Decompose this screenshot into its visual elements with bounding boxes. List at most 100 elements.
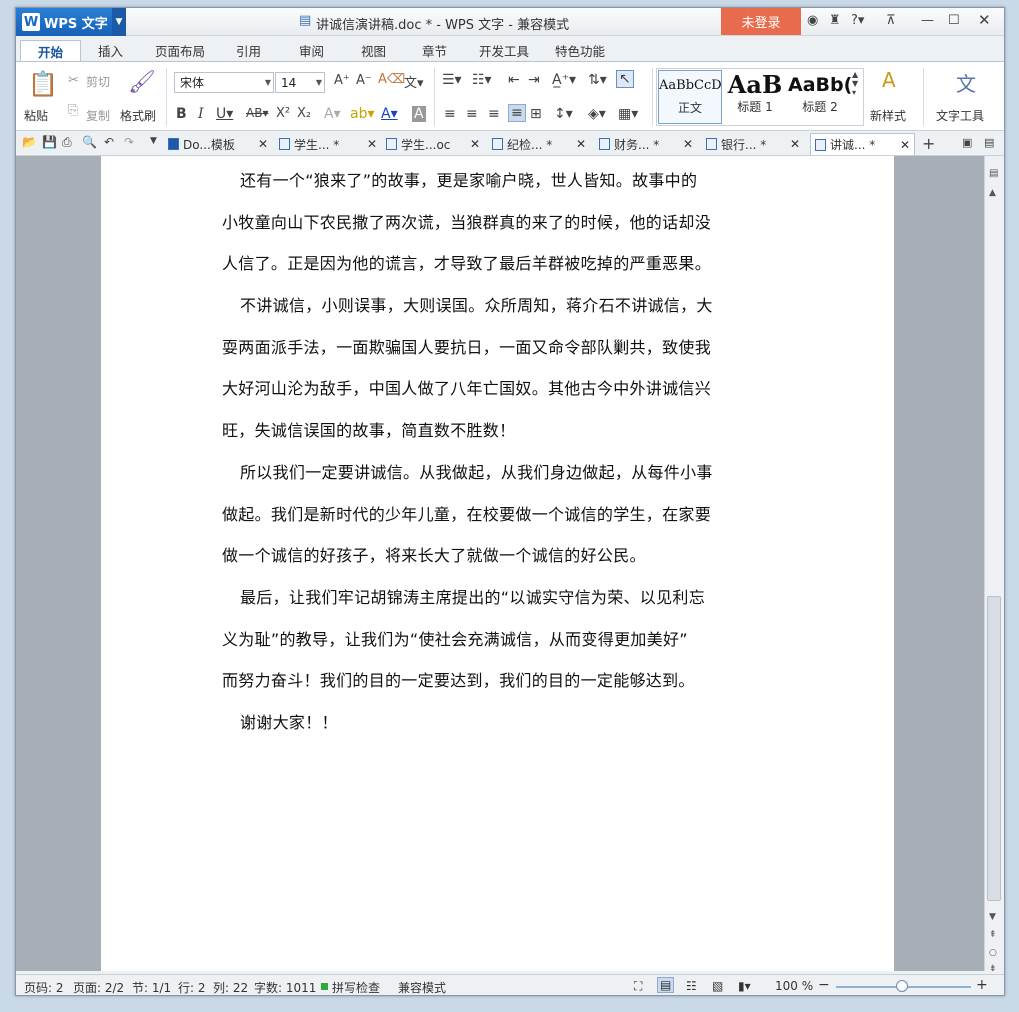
close-tab-icon[interactable]: ✕ [258, 137, 268, 151]
italic-icon[interactable]: I [198, 106, 204, 122]
paste-icon[interactable]: 📋 [28, 70, 58, 98]
paragraph[interactable]: 还有一个“狼来了”的故事，更是家喻户晓，世人皆知。故事中的 小牧童向山下农民撒了… [222, 160, 782, 285]
tab-special[interactable]: 特色功能 [551, 40, 609, 61]
text-effect-icon[interactable]: A▾ [324, 106, 341, 122]
app-menu-button[interactable]: W WPS 文字 ▼ [16, 8, 126, 36]
paragraph[interactable]: 不讲诚信，小则误事，大则误国。众所周知，蒋介石不讲诚信，大 耍两面派手法，一面欺… [222, 285, 782, 452]
scroll-down-icon[interactable]: ▼ [989, 912, 996, 922]
word-count[interactable]: 字数: 1011 [254, 979, 316, 995]
save-icon[interactable]: 💾 [42, 135, 57, 149]
chevron-down-icon[interactable]: ▼ [112, 8, 126, 36]
cut-button[interactable]: 剪切 [86, 73, 110, 90]
login-button[interactable]: 未登录 [721, 8, 801, 35]
outline-view-icon[interactable]: ☷ [686, 979, 697, 993]
font-name-select[interactable]: 宋体 ▼ [174, 72, 274, 93]
new-tab-icon[interactable]: + [922, 134, 935, 153]
phonetic-icon[interactable]: 文▾ [404, 72, 424, 91]
tab-insert[interactable]: 插入 [94, 40, 127, 61]
style-heading-1[interactable]: AaB 标题 1 [723, 70, 787, 124]
zoom-out-icon[interactable]: − [818, 977, 830, 993]
browse-object-icon[interactable]: ○ [989, 948, 997, 958]
format-painter-icon[interactable]: 🖌 [128, 70, 156, 95]
paste-button[interactable]: 粘贴 [24, 107, 48, 124]
paragraph[interactable]: 所以我们一定要讲诚信。从我做起，从我们身边做起，从每件小事 做起。我们是新时代的… [222, 452, 782, 577]
maximize-icon[interactable]: ☐ [948, 13, 960, 28]
doc-tab[interactable]: 银行... * ✕ [706, 133, 800, 155]
doc-tab[interactable]: 纪检... * ✕ [492, 133, 586, 155]
close-tab-icon[interactable]: ✕ [900, 138, 910, 152]
close-tab-icon[interactable]: ✕ [576, 137, 586, 151]
close-tab-icon[interactable]: ✕ [683, 137, 693, 151]
tab-page-layout[interactable]: 页面布局 [151, 40, 209, 61]
text-tools-button[interactable]: 文字工具 [936, 107, 984, 124]
tab-view[interactable]: 视图 [357, 40, 390, 61]
format-painter-button[interactable]: 格式刷 [120, 107, 156, 124]
scroll-up-icon[interactable]: ▲ [989, 188, 996, 198]
paragraph[interactable]: 最后，让我们牢记胡锦涛主席提出的“以诚实守信为荣、以见利忘 义为耻”的教导，让我… [222, 577, 782, 702]
bold-icon[interactable]: B [176, 106, 187, 122]
font-size-select[interactable]: 14 ▼ [275, 72, 325, 93]
undo-icon[interactable]: ↶ [104, 135, 114, 149]
zoom-level[interactable]: 100 % [775, 979, 813, 993]
style-heading-2[interactable]: AaBb( 标题 2 [788, 70, 852, 124]
tab-options-icon[interactable]: ▤ [984, 136, 994, 149]
copy-button[interactable]: 复制 [86, 107, 110, 124]
spell-check-button[interactable]: 拼写检查 [332, 979, 380, 995]
skin-icon[interactable]: ◉ [807, 13, 818, 28]
underline-icon[interactable]: U▾ [216, 106, 233, 122]
close-tab-icon[interactable]: ✕ [790, 137, 800, 151]
paragraph[interactable]: 谢谢大家！！ [222, 702, 782, 744]
bullets-icon[interactable]: ☰▾ [442, 72, 462, 88]
doc-tab[interactable]: 学生...oc ✕ [386, 133, 480, 155]
grow-font-icon[interactable]: A⁺ [334, 73, 350, 88]
print-icon[interactable]: ⎙ [62, 135, 72, 150]
document-page[interactable]: 还有一个“狼来了”的故事，更是家喻户晓，世人皆知。故事中的 小牧童向山下农民撒了… [101, 156, 894, 971]
highlight-icon[interactable]: ab▾ [350, 106, 375, 122]
minimize-icon[interactable]: — [921, 13, 934, 28]
document-area[interactable]: 还有一个“狼来了”的故事，更是家喻户晓，世人皆知。故事中的 小牧童向山下农民撒了… [16, 156, 984, 971]
line-spacing-icon[interactable]: ↕▾ [554, 106, 573, 122]
shrink-font-icon[interactable]: A⁻ [356, 73, 372, 88]
open-icon[interactable]: 📂 [22, 135, 37, 149]
doc-tab[interactable]: Do...模板 ✕ [168, 133, 268, 155]
numbering-icon[interactable]: ☷▾ [472, 72, 492, 88]
scrollbar-thumb[interactable] [987, 596, 1001, 901]
vertical-scrollbar[interactable]: ▤ ▲ ▼ ⇞ ○ ⇟ [984, 156, 1004, 974]
scissors-icon[interactable]: ✂ [68, 73, 79, 88]
decrease-indent-icon[interactable]: ⇤ [508, 72, 520, 88]
superscript-icon[interactable]: X² [276, 106, 290, 121]
fullscreen-view-icon[interactable]: ⛶ [634, 979, 642, 994]
close-tab-icon[interactable]: ✕ [367, 137, 377, 151]
show-marks-icon[interactable]: ↖ [616, 70, 634, 88]
reading-view-icon[interactable]: ▮▾ [738, 979, 751, 993]
redo-icon[interactable]: ↷ [124, 135, 134, 149]
sort-icon[interactable]: ⇅▾ [588, 72, 607, 88]
align-right-icon[interactable]: ≡ [488, 106, 500, 122]
tab-home[interactable]: 开始 [20, 40, 82, 61]
doc-tab[interactable]: 学生... * ✕ [279, 133, 377, 155]
font-color-icon[interactable]: A▾ [381, 106, 398, 122]
help-icon[interactable]: ?▾ [851, 13, 864, 28]
next-page-icon[interactable]: ⇟ [989, 964, 997, 974]
split-icon[interactable]: ▤ [989, 168, 998, 179]
style-normal[interactable]: AaBbCcD 正文 [658, 70, 722, 124]
increase-indent-icon[interactable]: ⇥ [528, 72, 540, 88]
clear-format-icon[interactable]: A⌫ [378, 72, 405, 87]
prev-page-icon[interactable]: ⇞ [989, 930, 997, 940]
close-icon[interactable]: ✕ [978, 11, 991, 29]
tab-list-icon[interactable]: ▣ [962, 136, 972, 149]
close-tab-icon[interactable]: ✕ [470, 137, 480, 151]
new-style-button[interactable]: 新样式 [870, 107, 906, 124]
doc-tab[interactable]: 财务... * ✕ [599, 133, 693, 155]
new-style-icon[interactable]: A [882, 68, 896, 92]
collapse-ribbon-icon[interactable]: ⊼ [886, 13, 896, 28]
web-view-icon[interactable]: ▧ [712, 979, 723, 993]
chinese-layout-icon[interactable]: A̲⁺▾ [552, 72, 576, 88]
strikethrough-icon[interactable]: AB▾ [246, 106, 268, 120]
zoom-slider-handle[interactable] [896, 980, 908, 992]
tab-references[interactable]: 引用 [232, 40, 265, 61]
text-tools-icon[interactable]: 文 [956, 68, 976, 97]
distribute-icon[interactable]: ⊞ [530, 106, 542, 122]
tab-chapter[interactable]: 章节 [418, 40, 451, 61]
char-shading-icon[interactable]: A [412, 106, 426, 122]
